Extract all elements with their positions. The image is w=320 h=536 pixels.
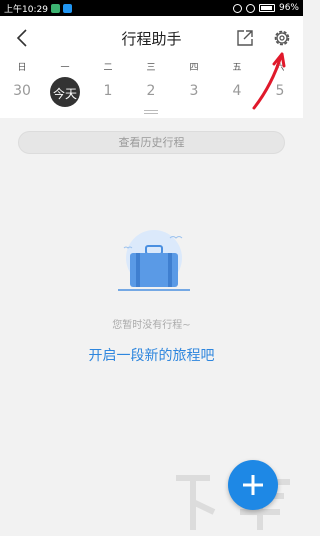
battery-icon	[258, 4, 275, 12]
drag-handle-icon[interactable]	[144, 110, 158, 114]
gear-icon[interactable]	[271, 27, 293, 49]
weekday-label: 一	[60, 63, 70, 73]
start-trip-link[interactable]: 开启一段新的旅程吧	[0, 345, 303, 365]
red-arrow-annotation-icon	[252, 52, 286, 110]
suitcase-icon	[118, 230, 190, 291]
date-cell[interactable]: 1	[93, 83, 123, 99]
empty-state-message: 您暂时没有行程~	[112, 320, 191, 331]
app-notification-icon	[50, 3, 60, 13]
date-cell[interactable]: 3	[179, 83, 209, 99]
plus-icon	[243, 475, 263, 495]
weekday-label: 四	[189, 63, 199, 73]
battery-percent: 96%	[278, 3, 299, 13]
status-bar: 上午10:29 96%	[0, 0, 303, 16]
weekday-label: 日	[17, 63, 27, 73]
alarm-icon	[232, 3, 242, 13]
page-title: 行程助手	[121, 30, 182, 48]
date-cell[interactable]: 30	[7, 83, 37, 99]
share-icon[interactable]	[235, 28, 255, 48]
date-cell[interactable]: 2	[136, 83, 166, 99]
date-cell-today[interactable]: 今天	[50, 85, 80, 102]
status-time: 上午10:29	[4, 4, 48, 15]
weekday-label: 三	[146, 63, 156, 73]
app-notification-icon	[62, 3, 72, 13]
history-trips-button[interactable]: 查看历史行程	[18, 131, 285, 154]
weekday-label: 二	[103, 63, 113, 73]
add-trip-button[interactable]	[228, 460, 278, 510]
wifi-icon	[245, 3, 255, 13]
